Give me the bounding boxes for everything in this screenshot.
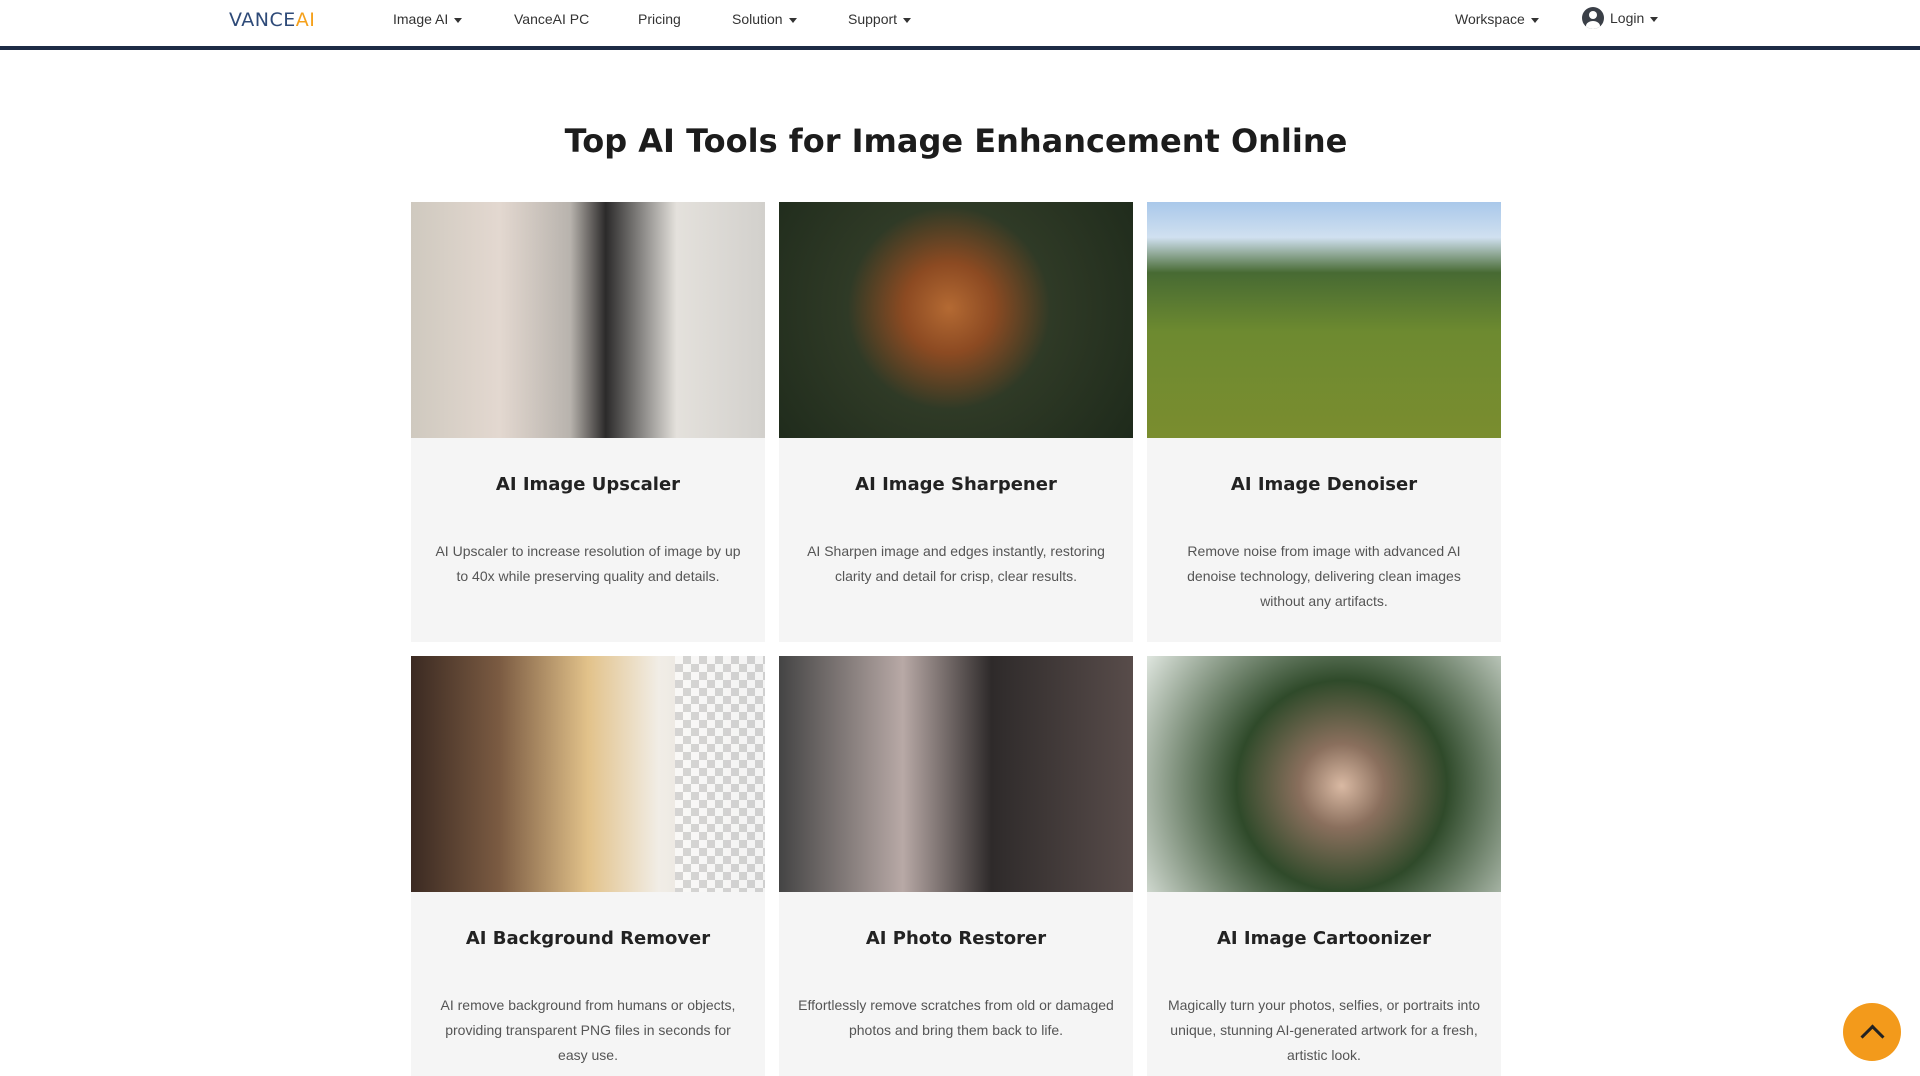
card-title: AI Image Sharpener: [855, 474, 1057, 495]
nav-image-ai[interactable]: Image AI: [393, 11, 463, 27]
card-image: [1147, 656, 1501, 892]
transparency-checker: [675, 656, 765, 892]
tool-card-sharpener[interactable]: AI Image Sharpener AI Sharpen image and …: [779, 202, 1133, 642]
card-description: Magically turn your photos, selfies, or …: [1167, 997, 1481, 1063]
nav-login[interactable]: Login: [1582, 7, 1659, 29]
card-title: AI Background Remover: [465, 928, 711, 949]
card-title: AI Image Cartoonizer: [1217, 928, 1431, 949]
card-image: [411, 202, 765, 438]
nav-pricing[interactable]: Pricing: [638, 11, 681, 27]
nav-solution-label: Solution: [732, 11, 783, 27]
logo-text-ai: AI: [295, 9, 316, 31]
card-title: AI Photo Restorer: [865, 928, 1047, 949]
top-navbar: VANCEAI Image AI VanceAI PC Pricing Solu…: [0, 0, 1920, 50]
tool-card-denoiser[interactable]: AI Image Denoiser Remove noise from imag…: [1147, 202, 1501, 642]
tool-card-cartoonizer[interactable]: AI Image Cartoonizer Magically turn your…: [1147, 656, 1501, 1076]
nav-vanceai-pc[interactable]: VanceAI PC: [514, 11, 589, 27]
logo-text-vance: VANCE: [229, 9, 296, 31]
chevron-up-icon: [1859, 1023, 1885, 1049]
card-image: [1147, 202, 1501, 438]
nav-workspace-label: Workspace: [1455, 11, 1525, 27]
card-image: [779, 202, 1133, 438]
card-title: AI Image Upscaler: [495, 474, 681, 495]
caret-down-icon: [1650, 16, 1659, 22]
caret-down-icon: [1530, 17, 1539, 23]
card-image: [411, 656, 765, 892]
scroll-to-top-button[interactable]: [1843, 1003, 1901, 1061]
nav-pricing-label: Pricing: [638, 11, 681, 27]
tool-card-photo-restorer[interactable]: AI Photo Restorer Effortlessly remove sc…: [779, 656, 1133, 1076]
caret-down-icon: [788, 17, 797, 23]
section-heading: Top AI Tools for Image Enhancement Onlin…: [564, 122, 1348, 160]
nav-login-label: Login: [1610, 10, 1645, 26]
caret-down-icon: [903, 17, 912, 23]
tool-card-upscaler[interactable]: AI Image Upscaler AI Upscaler to increas…: [411, 202, 765, 642]
tool-card-background-remover[interactable]: AI Background Remover AI remove backgrou…: [411, 656, 765, 1076]
caret-down-icon: [454, 17, 463, 23]
nav-support-label: Support: [848, 11, 898, 27]
nav-support[interactable]: Support: [848, 11, 912, 27]
user-circle-icon: [1582, 7, 1604, 29]
card-image: [779, 656, 1133, 892]
nav-solution[interactable]: Solution: [732, 11, 797, 27]
card-description: AI remove background from humans or obje…: [440, 997, 736, 1063]
nav-vanceai-pc-label: VanceAI PC: [514, 11, 590, 27]
nav-workspace[interactable]: Workspace: [1455, 11, 1539, 27]
card-description: Effortlessly remove scratches from old o…: [798, 997, 1114, 1038]
card-title: AI Image Denoiser: [1230, 474, 1418, 495]
nav-image-ai-label: Image AI: [393, 11, 449, 27]
card-description: AI Upscaler to increase resolution of im…: [435, 543, 741, 584]
vanceai-logo[interactable]: VANCEAI: [229, 9, 315, 31]
card-description: AI Sharpen image and edges instantly, re…: [807, 543, 1105, 584]
card-description: Remove noise from image with advanced AI…: [1187, 543, 1461, 609]
